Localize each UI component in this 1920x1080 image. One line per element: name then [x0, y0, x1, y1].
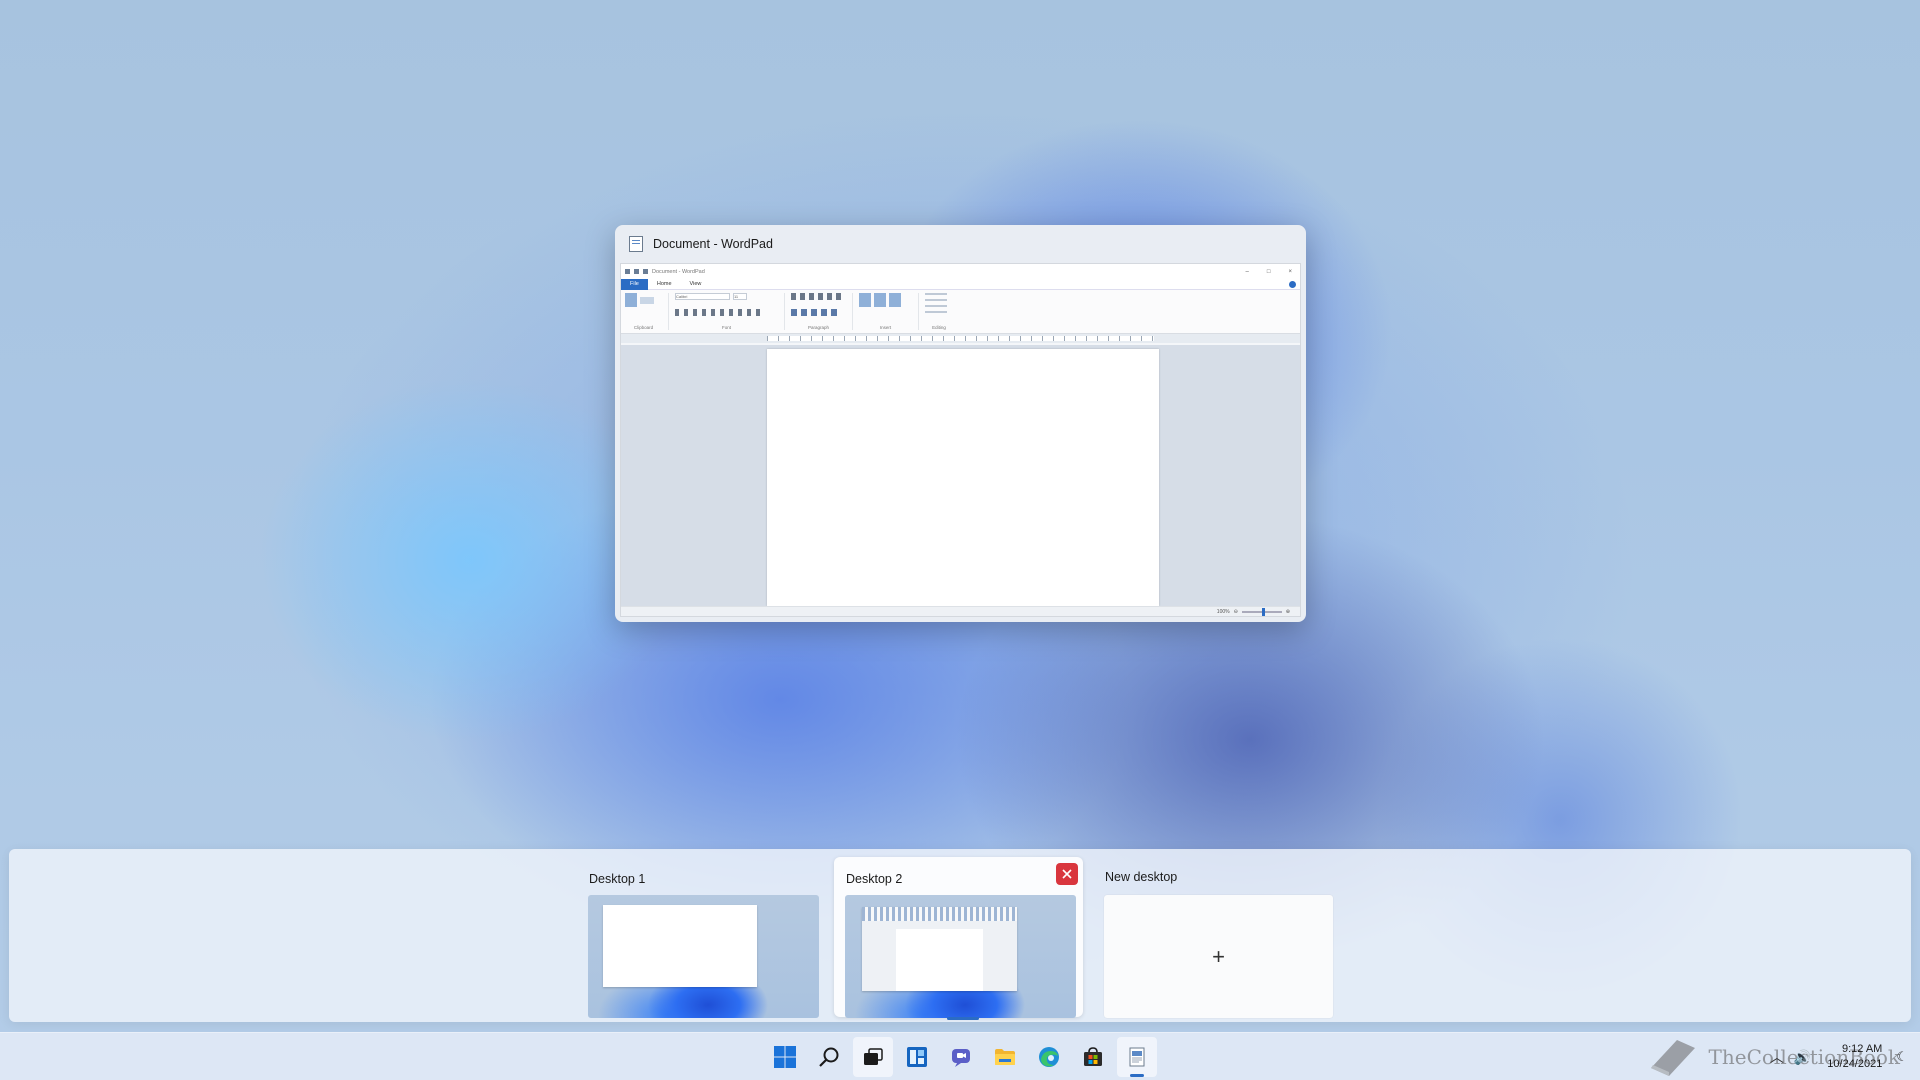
plus-icon: + [1212, 943, 1225, 969]
tab-file: File [621, 278, 648, 290]
chat-icon [952, 1049, 970, 1067]
tab-view: View [689, 281, 702, 287]
search-icon [819, 1047, 839, 1067]
system-tray: ︿ 🔊 9:12 AM 10/24/2021 ☾ [1770, 1033, 1920, 1080]
redo-icon [643, 269, 648, 274]
clock[interactable]: 9:12 AM 10/24/2021 [1827, 1042, 1882, 1072]
wordpad-thumbnail: Document - WordPad – □ × File Home View Cl… [620, 263, 1301, 617]
minimize-icon: – [1245, 268, 1249, 275]
save-icon [625, 269, 630, 274]
edge-button[interactable] [1029, 1037, 1069, 1077]
taskbar: TheCollectionBook ︿ 🔊 9:12 AM 10/24/2021… [0, 1032, 1920, 1080]
mini-window [603, 905, 757, 987]
window-preview-titlebar: Document - WordPad [615, 225, 1306, 263]
wordpad-icon [629, 236, 643, 252]
search-button[interactable] [809, 1037, 849, 1077]
status-bar: 100% ⊖ ⊕ [621, 606, 1300, 616]
zoom-out-icon: ⊖ [1233, 608, 1238, 615]
store-button[interactable] [1073, 1037, 1113, 1077]
undo-icon [634, 269, 639, 274]
show-hidden-icons-icon[interactable]: ︿ [1770, 1047, 1784, 1067]
font-size: 11 [733, 293, 747, 300]
store-icon [1084, 1047, 1102, 1066]
group-label: Editing [932, 325, 946, 330]
maximize-icon: □ [1266, 268, 1271, 275]
ribbon-group-paragraph: Paragraph [791, 293, 853, 330]
new-desktop-button[interactable]: + [1104, 895, 1333, 1018]
clock-date: 10/24/2021 [1827, 1058, 1883, 1070]
new-desktop[interactable]: New desktop + [1093, 857, 1342, 1018]
edge-icon [1039, 1047, 1059, 1067]
chat-button[interactable] [941, 1037, 981, 1077]
virtual-desktops-bar: Desktop 1 Desktop 2 New desktop + [9, 849, 1911, 1022]
desktop-1-thumbnail[interactable] [588, 895, 819, 1018]
file-explorer-button[interactable] [985, 1037, 1025, 1077]
book-logo-icon [1650, 1040, 1695, 1076]
group-label: Paragraph [807, 325, 829, 330]
wordpad-button[interactable] [1117, 1037, 1157, 1077]
desktop-label: Desktop 1 [589, 872, 646, 886]
group-label: Font [721, 325, 731, 330]
ruler [621, 334, 1300, 343]
task-view-icon [864, 1048, 883, 1065]
document-page [767, 349, 1159, 606]
wordpad-titlebar: Document - WordPad – □ × [621, 264, 1300, 279]
insert-object-icon [889, 293, 901, 307]
widgets-icon [907, 1047, 927, 1067]
close-icon: × [1288, 268, 1292, 275]
zoom-level: 100% [1216, 608, 1230, 615]
zoom-in-icon: ⊕ [1285, 608, 1290, 615]
group-label: Insert [879, 325, 892, 330]
windows-start-icon [774, 1046, 796, 1068]
close-icon [1062, 869, 1072, 879]
wordpad-window-preview[interactable]: Document - WordPad Document - WordPad – □… [615, 225, 1306, 622]
desktop-2-thumbnail[interactable] [845, 895, 1076, 1018]
active-desktop-indicator [947, 1017, 979, 1020]
ribbon-group-font: Calibri 11 Font [675, 293, 785, 330]
window-preview-title: Document - WordPad [653, 237, 773, 251]
desktop-1[interactable]: Desktop 1 [577, 857, 826, 1018]
task-view-button[interactable] [853, 1037, 893, 1077]
taskbar-icons [765, 1033, 1157, 1080]
volume-icon[interactable]: 🔊 [1794, 1049, 1811, 1066]
ribbon-group-insert: Insert [859, 293, 919, 330]
widgets-button[interactable] [897, 1037, 937, 1077]
document-area [621, 345, 1300, 606]
notifications-icon[interactable]: ☾ [1896, 1049, 1908, 1065]
zoom-slider [1241, 607, 1282, 616]
desktop-2[interactable]: Desktop 2 [834, 857, 1083, 1020]
mini-window [862, 907, 1017, 991]
file-explorer-icon [995, 1049, 1015, 1065]
paste-icon [625, 293, 637, 307]
caption-buttons: – □ × [1246, 269, 1300, 275]
ribbon: Clipboard Calibri 11 Font Paragraph Inser… [621, 290, 1300, 334]
tab-home: Home [656, 281, 672, 287]
ribbon-group-clipboard: Clipboard [625, 293, 669, 330]
close-desktop-button[interactable] [1056, 863, 1078, 885]
wordpad-icon [1129, 1047, 1145, 1067]
running-indicator [1130, 1074, 1144, 1077]
ribbon-group-editing: Editing [925, 293, 959, 330]
clock-time: 9:12 AM [1841, 1043, 1883, 1055]
help-icon [1289, 280, 1296, 288]
ribbon-tabs: File Home View [621, 278, 1300, 290]
desktop-label: Desktop 2 [846, 872, 903, 886]
date-time-icon [874, 293, 886, 307]
new-desktop-label: New desktop [1105, 870, 1178, 884]
font-name: Calibri [675, 293, 730, 300]
wordpad-title-text: Document - WordPad [652, 268, 705, 275]
start-button[interactable] [765, 1037, 805, 1077]
picture-icon [859, 293, 871, 307]
group-label: Clipboard [633, 325, 654, 330]
